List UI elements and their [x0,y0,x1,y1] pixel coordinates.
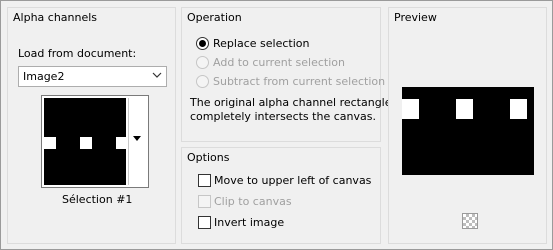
preview-white-square [456,99,473,119]
radio-selected-dot [199,40,206,47]
document-select[interactable]: Image2 [18,66,167,87]
thumbnail-white-square [44,137,56,149]
dropdown-arrow-icon [133,136,141,141]
operation-title: Operation [187,11,242,24]
alpha-channels-group: Alpha channels Load from document: Image… [7,7,176,244]
load-from-document-label: Load from document: [18,47,137,60]
preview-group: Preview [388,7,547,244]
invert-image-label[interactable]: Invert image [214,216,284,229]
subtract-from-selection-radio[interactable] [196,75,209,88]
clip-to-canvas-label[interactable]: Clip to canvas [214,195,292,208]
options-title: Options [187,151,230,164]
thumbnail-dropdown-button[interactable] [128,98,146,185]
preview-title: Preview [394,11,437,24]
operation-group: Operation Replace selection Add to curre… [181,7,392,142]
alpha-channels-title: Alpha channels [13,11,98,24]
preview-white-square [510,99,527,119]
operation-info-line-1: The original alpha channel rectangle [190,96,392,109]
add-to-selection-radio[interactable] [196,56,209,69]
invert-image-checkbox[interactable] [198,216,211,229]
operation-info-line-2: completely intersects the canvas. [190,110,376,123]
selection-caption: Sélection #1 [62,193,133,206]
move-to-upper-left-label[interactable]: Move to upper left of canvas [214,174,371,187]
chevron-down-icon [152,72,162,78]
load-selection-dialog: Alpha channels Load from document: Image… [0,0,553,250]
preview-canvas [402,87,534,175]
preview-white-square [402,99,419,119]
move-to-upper-left-checkbox[interactable] [198,174,211,187]
alpha-channel-thumbnail-picker[interactable] [41,95,149,188]
alpha-channel-thumbnail [44,98,128,185]
replace-selection-label[interactable]: Replace selection [213,37,309,50]
thumbnail-white-square [116,137,128,149]
options-group: Options Move to upper left of canvas Cli… [181,147,381,244]
transparency-checker-icon[interactable] [462,213,478,229]
add-to-selection-label[interactable]: Add to current selection [213,56,345,69]
document-select-value: Image2 [23,70,65,83]
thumbnail-white-square [80,137,92,149]
subtract-from-selection-label[interactable]: Subtract from current selection [213,75,385,88]
clip-to-canvas-checkbox[interactable] [198,195,211,208]
replace-selection-radio[interactable] [196,37,209,50]
